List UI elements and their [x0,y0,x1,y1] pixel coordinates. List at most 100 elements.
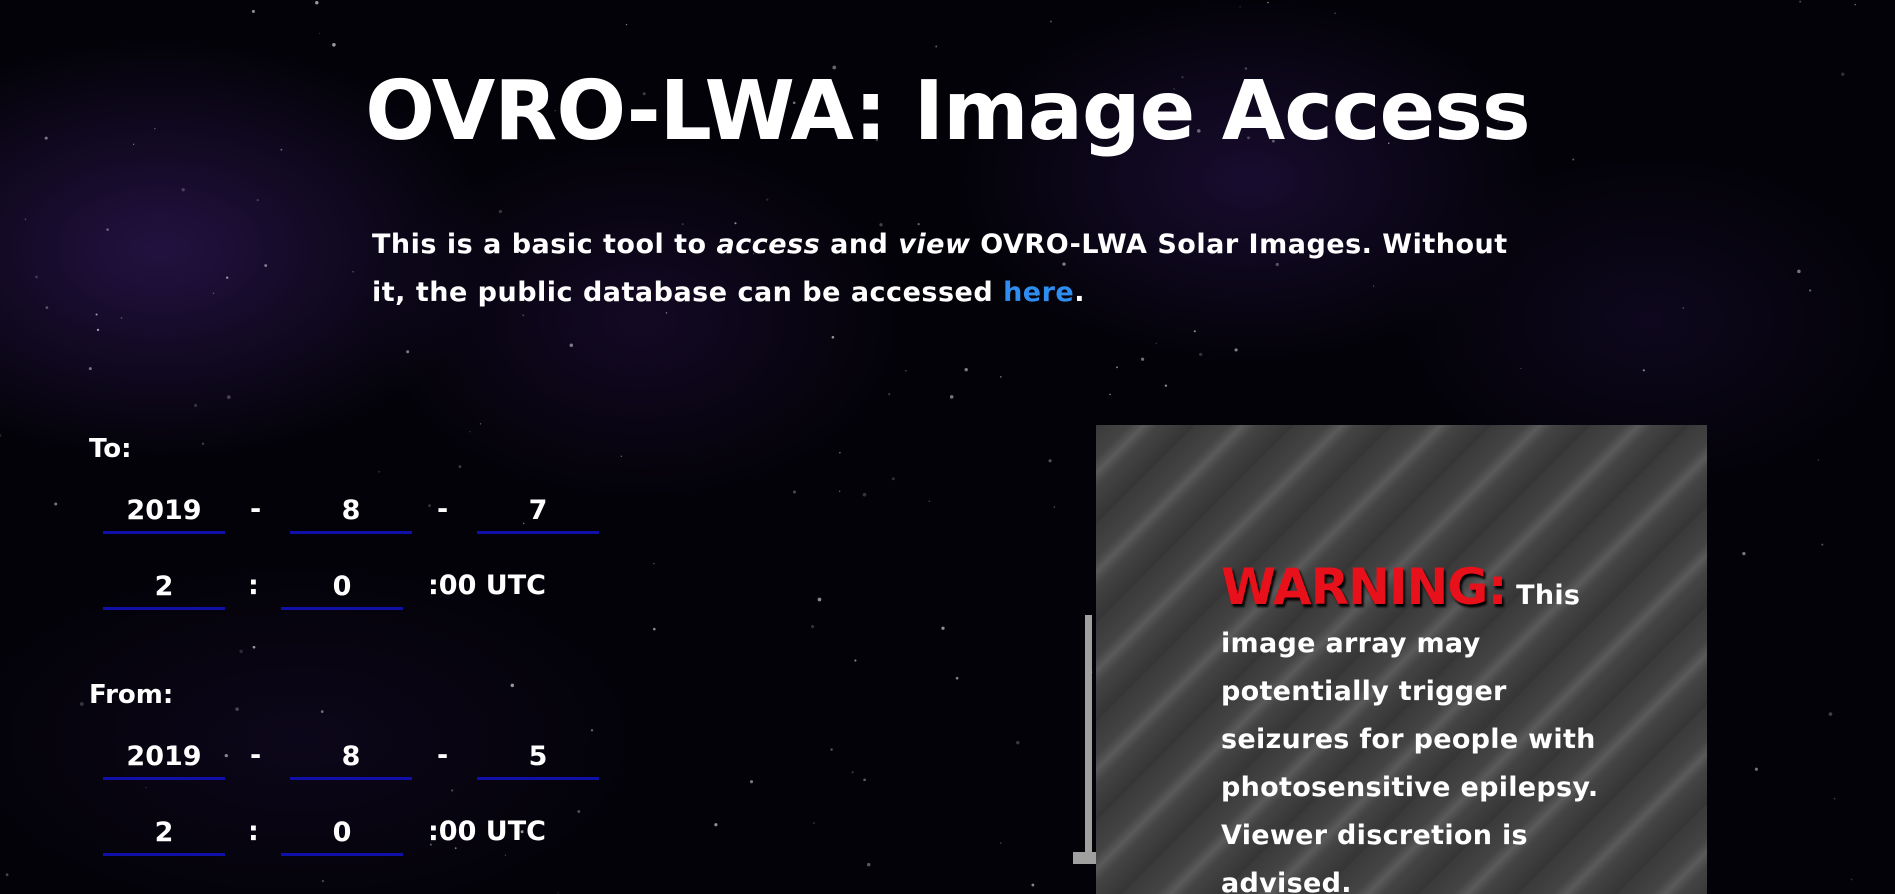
star-dot [1048,459,1052,463]
star-dot [35,275,38,279]
from-hour-input[interactable] [103,811,225,856]
star-dot [854,659,857,662]
to-year-input[interactable] [103,489,225,534]
star-dot [964,368,968,372]
star-dot [251,9,255,13]
star-dot [1199,352,1203,357]
star-dot [181,188,185,192]
star-dot [1808,289,1812,292]
star-dot [1828,712,1833,716]
star-dot [1155,342,1158,345]
star-dot [1797,269,1801,274]
star-dot [862,492,867,497]
from-seconds-utc: :00 UTC [428,816,546,847]
star-dot [315,1,319,5]
star-dot [620,455,622,457]
star-dot [590,729,594,732]
star-dot [714,823,718,827]
intro-emphasis-view: view [898,229,971,260]
star-dot [224,753,228,758]
warning-body: This image array may potentially trigger… [1221,580,1599,894]
star-dot [1754,767,1758,771]
star-dot [145,786,147,789]
intro-paragraph: This is a basic tool to access and view … [372,221,1522,317]
star-dot [1833,797,1836,800]
star-dot [504,854,507,856]
from-label: From: [89,680,174,710]
star-dot [24,218,27,221]
star-dot [428,504,431,507]
star-dot [510,683,515,688]
star-dot [352,271,354,273]
star-dot [332,42,336,47]
star-dot [1016,741,1020,745]
star-dot [569,343,574,348]
star-dot [469,431,471,433]
star-dot [839,490,841,492]
star-dot [256,198,259,202]
star-dot [935,45,938,48]
star-dot [863,778,866,782]
star-dot [1234,348,1238,352]
star-dot [0,434,2,437]
warning-heading: WARNING: [1221,558,1507,616]
star-dot [941,626,945,630]
star-dot [1334,12,1336,14]
star-dot [928,500,931,503]
intro-text-4: . [1074,277,1085,308]
star-dot [458,465,462,468]
to-day-input[interactable] [477,489,599,534]
star-dot [54,502,58,506]
star-dot [1682,307,1685,309]
star-dot [235,707,239,711]
star-dot [653,562,655,565]
star-dot [321,879,325,883]
from-month-input[interactable] [290,735,412,780]
star-dot [406,350,410,354]
star-dot [1116,366,1118,369]
star-dot [999,842,1002,844]
star-dot [106,228,109,231]
star-dot [79,702,84,706]
vertical-slider-track[interactable] [1085,615,1092,858]
database-link[interactable]: here [1003,277,1074,308]
star-dot [479,423,482,425]
star-dot [817,597,822,602]
star-dot [888,393,891,396]
star-dot [813,822,815,824]
star-dot [252,645,256,649]
intro-text-1: This is a basic tool to [372,229,717,260]
star-dot [264,264,268,267]
star-dot [201,442,205,445]
to-date-separator-1: - [250,494,262,525]
intro-emphasis-access: access [716,229,821,260]
star-dot [1109,393,1111,396]
star-dot [194,403,198,407]
from-time-separator: : [248,816,259,847]
star-dot [1854,3,1856,6]
star-dot [1742,551,1746,556]
star-dot [1193,330,1196,333]
star-dot [557,892,559,894]
star-dot [378,470,381,473]
star-dot [212,292,215,295]
star-dot [891,477,895,481]
to-label: To: [89,434,132,464]
to-seconds-utc: :00 UTC [428,570,546,601]
warning-message: WARNING: This image array may potentiall… [1221,562,1621,894]
from-day-input[interactable] [477,735,599,780]
star-dot [120,317,123,319]
star-dot [1164,384,1168,387]
to-time-separator: : [248,570,259,601]
from-year-input[interactable] [103,735,225,780]
star-dot [88,367,92,371]
star-dot [831,335,835,339]
to-hour-input[interactable] [103,565,225,610]
star-dot [1850,878,1853,881]
star-dot [226,395,231,399]
to-minute-input[interactable] [281,565,403,610]
star-dot [1799,0,1802,3]
from-minute-input[interactable] [281,811,403,856]
star-dot [1239,6,1241,8]
to-month-input[interactable] [290,489,412,534]
